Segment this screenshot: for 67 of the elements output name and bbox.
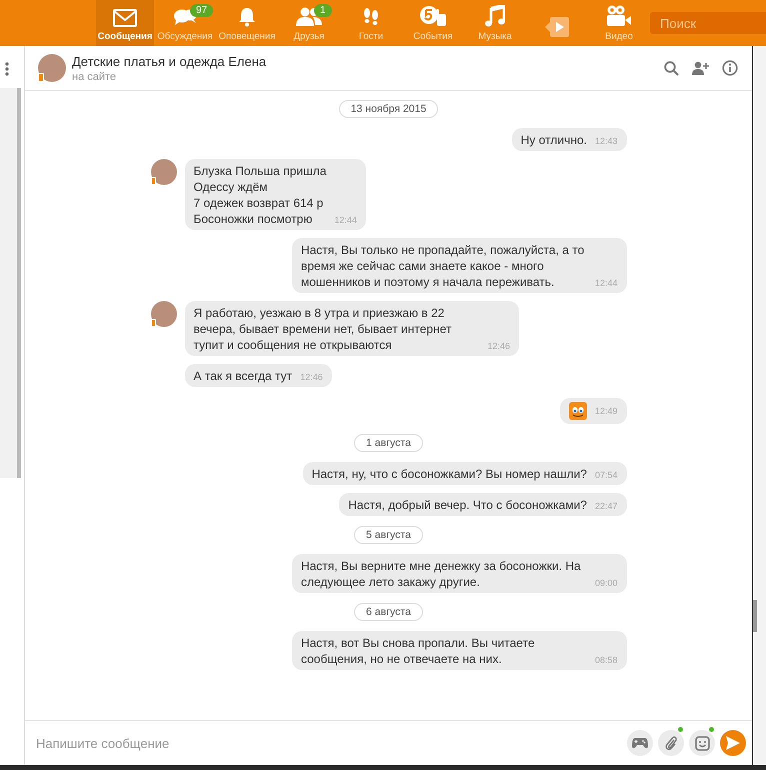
- people-icon: [296, 7, 322, 27]
- nav-tab[interactable]: Сообщения: [96, 0, 154, 46]
- message-text: Блузка Польша пришла Одессу ждём 7 одежек возврат 614 р Босоножки посмотрю: [194, 163, 326, 227]
- send-button[interactable]: [720, 730, 746, 756]
- date-label: 1 августа: [354, 434, 423, 452]
- message-text: Настя, добрый вечер. Что с босоножками?: [348, 497, 587, 513]
- search-field[interactable]: Поиск: [650, 12, 766, 34]
- message-time: 12:46: [300, 371, 323, 384]
- more-icon[interactable]: [5, 62, 9, 76]
- mobile-icon: [150, 177, 156, 185]
- events-icon: [419, 5, 447, 27]
- message-time: 12:49: [594, 405, 618, 418]
- date-label: 13 ноября 2015: [338, 100, 438, 118]
- scrollbar[interactable]: [753, 600, 757, 632]
- paperclip-icon: [665, 735, 677, 751]
- date-label: 6 августа: [354, 603, 423, 621]
- nav-tab[interactable]: Обсуждения 97: [154, 0, 216, 46]
- online-status: на сайте: [72, 70, 118, 82]
- count-badge: 97: [190, 4, 214, 17]
- info-icon[interactable]: [722, 60, 738, 76]
- envelope-icon: [113, 9, 137, 27]
- nav-tab[interactable]: Видео: [588, 0, 650, 46]
- mobile-icon: [38, 73, 44, 82]
- count-badge: 1: [314, 4, 332, 17]
- message-text: Настя, вот Вы снова пропали. Вы читаете сообщения, но не отвечаете на них.: [300, 635, 536, 667]
- status-dot: [678, 727, 683, 732]
- avatar-photo-placeholder: [150, 301, 176, 327]
- message-time: 12:43: [594, 135, 618, 148]
- nav-tab[interactable]: Гости: [340, 0, 402, 46]
- play-icon: [545, 16, 569, 38]
- message-time: 09:00: [594, 577, 618, 590]
- message-time: 12:44: [594, 277, 618, 290]
- message-time: 12:46: [488, 340, 510, 353]
- chat-title[interactable]: Детские платья и одежда Елена: [72, 54, 664, 68]
- music-note-icon: [485, 5, 505, 27]
- scrollbar[interactable]: [17, 88, 21, 478]
- emoji-button[interactable]: [689, 730, 715, 756]
- message-time: 08:58: [594, 654, 618, 667]
- attach-button[interactable]: [658, 730, 684, 756]
- add-person-icon[interactable]: [692, 61, 709, 75]
- send-icon: [726, 736, 740, 750]
- gamepad-button[interactable]: [627, 730, 653, 756]
- message-text: А так я всегда тут: [194, 368, 292, 384]
- message-text: Я работаю, уезжаю в 8 утра и приезжаю в 22 вечера, бывает времени нет, бывает интернет тупит и сообщения не открываются: [194, 305, 452, 353]
- smiley-face-icon: [568, 402, 587, 420]
- footprints-icon: [362, 7, 380, 27]
- status-dot: [709, 727, 714, 732]
- date-label: 5 августа: [354, 526, 423, 544]
- video-camera-icon: [606, 5, 632, 27]
- nav-tab[interactable]: Оповещения: [216, 0, 278, 46]
- search-icon[interactable]: [664, 60, 679, 76]
- message-text: Настя, Вы только не пропадайте, пожалуйста, а то время же сейчас сами знаете какое - много мошенников и поэтому я начала переживать.: [300, 242, 586, 290]
- message-time: 07:54: [594, 469, 618, 482]
- nav-tab[interactable]: Друзья 1: [278, 0, 340, 46]
- bell-icon: [238, 7, 256, 27]
- message-time: 12:44: [334, 214, 357, 227]
- avatar-photo-placeholder: [150, 159, 176, 185]
- nav-tab[interactable]: События: [402, 0, 464, 46]
- mobile-icon: [150, 319, 156, 327]
- smiley-icon: [694, 736, 710, 750]
- message-text: Настя, ну, что с босоножками? Вы номер нашли?: [312, 466, 587, 482]
- gamepad-icon: [632, 738, 648, 748]
- avatar-photo-placeholder: [38, 54, 66, 82]
- message-time: 22:47: [594, 500, 618, 513]
- nav-tab[interactable]: Музыка: [464, 0, 526, 46]
- message-text: Настя, Вы верните мне денежку за босоножки. На следующее лето закажу другие.: [300, 558, 582, 590]
- message-text: Ну отлично.: [520, 132, 587, 148]
